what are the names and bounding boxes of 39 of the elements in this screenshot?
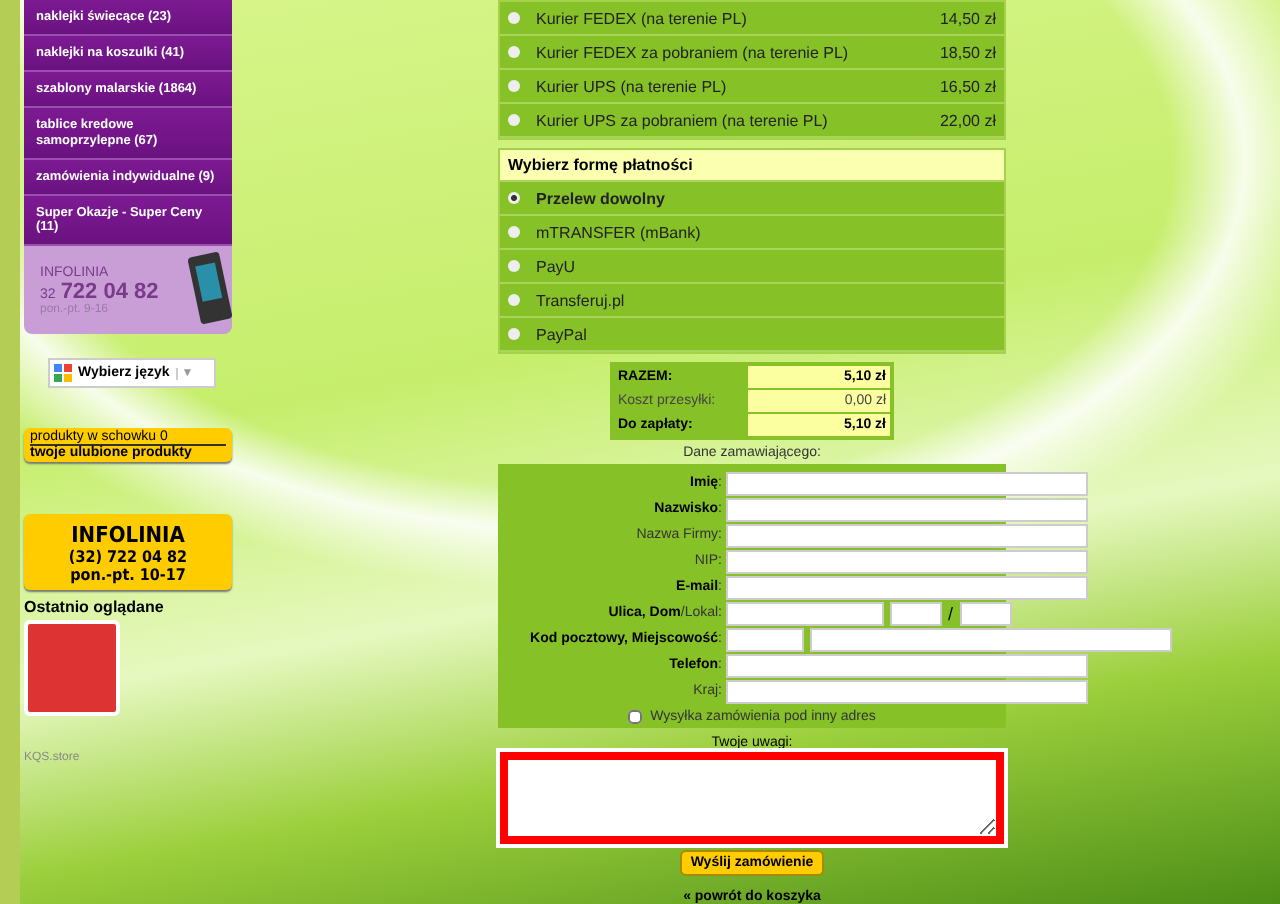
- radio-button[interactable]: [508, 46, 520, 58]
- shipping-price: 16,50 zł: [939, 77, 996, 95]
- shipping-option[interactable]: Kurier FEDEX za pobraniem (na terenie PL) 18,50 zł: [500, 36, 1004, 70]
- shipping-price: 14,50 zł: [939, 9, 996, 27]
- payment-heading: Wybierz formę płatności: [500, 150, 1004, 182]
- city-input[interactable]: [810, 627, 1172, 651]
- text-input[interactable]: [726, 679, 1088, 703]
- separator-text: /: [948, 603, 954, 623]
- payment-option[interactable]: PayU: [500, 250, 1004, 284]
- shipping-option[interactable]: Kurier UPS (na terenie PL) 16,50 zł: [500, 70, 1004, 104]
- hotline-hours: pon.-pt. 10-17: [70, 565, 186, 584]
- house-number-input[interactable]: [890, 601, 942, 625]
- text-input[interactable]: [726, 523, 1088, 547]
- recent-heading: Ostatnio oglądane: [24, 598, 166, 617]
- payment-option[interactable]: Przelew dowolny: [500, 182, 1004, 216]
- radio-button[interactable]: [508, 114, 520, 126]
- checkbox[interactable]: [628, 710, 643, 724]
- text-input[interactable]: [726, 653, 1088, 677]
- notes-field[interactable]: [500, 752, 1004, 844]
- radio-button[interactable]: [508, 12, 520, 24]
- flat-number-input[interactable]: [959, 601, 1012, 625]
- hotline-phone: (32) 722 04 82: [68, 547, 188, 566]
- translate-icon: [54, 364, 72, 383]
- text-input[interactable]: [726, 575, 1088, 599]
- payment-option[interactable]: Transferuj.pl: [500, 284, 1004, 318]
- shipping-price: 22,00 zł: [939, 111, 996, 129]
- hotline-title: INFOLINIA: [71, 521, 185, 548]
- shipping-option[interactable]: Kurier UPS za pobraniem (na terenie PL) 22,00 zł: [500, 104, 1004, 138]
- shipping-price: 18,50 zł: [939, 43, 996, 61]
- shipping-option[interactable]: Kurier FEDEX (na terenie PL) 14,50 zł: [500, 2, 1004, 36]
- text-input[interactable]: [726, 497, 1088, 521]
- photo-placeholder[interactable]: [24, 620, 120, 717]
- payment-option[interactable]: PayPal: [500, 318, 1004, 352]
- postal-code-input[interactable]: [726, 627, 804, 651]
- street-input[interactable]: [726, 601, 884, 625]
- text-input[interactable]: [726, 549, 1088, 573]
- text-input[interactable]: [726, 471, 1088, 495]
- payment-option[interactable]: mTRANSFER (mBank): [500, 216, 1004, 250]
- radio-button[interactable]: [508, 80, 520, 92]
